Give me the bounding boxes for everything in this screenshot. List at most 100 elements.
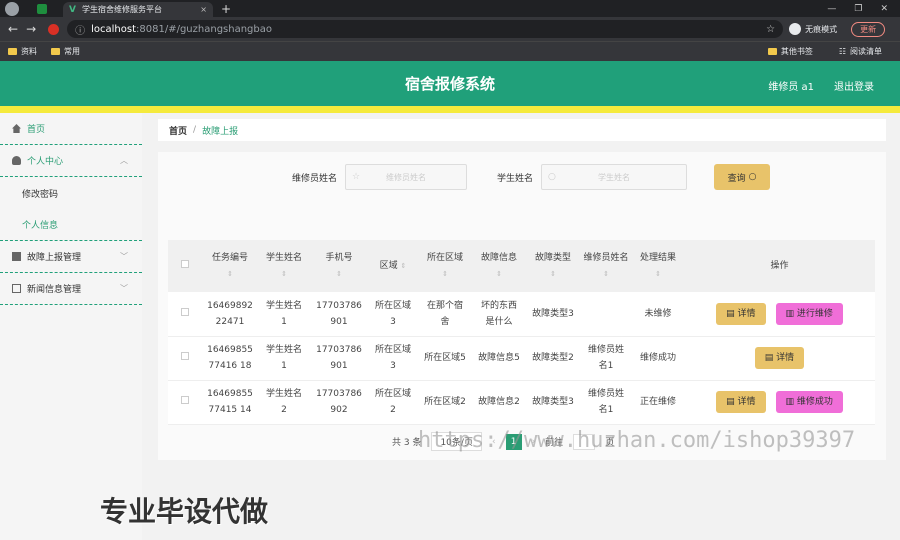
bookmark-label: 资料 — [21, 47, 37, 56]
query-button[interactable]: 查询 ○ — [714, 164, 771, 190]
address-bar-row: ← → ⓘ localhost:8081/#/guzhangshangbao ☆… — [0, 17, 900, 41]
cell-actions: ▤ 详情 ▥ 维修成功 — [684, 380, 875, 424]
start-repair-button[interactable]: ▥ 进行维修 — [775, 302, 843, 325]
incognito-indicator[interactable]: 无痕模式 — [789, 23, 837, 35]
query-label: 查询 — [727, 173, 746, 184]
sort-icon[interactable]: ⇕ — [281, 270, 287, 278]
reading-list-icon: ☷ — [838, 47, 846, 56]
sort-icon[interactable]: ⇕ — [603, 270, 609, 278]
row-checkbox[interactable] — [168, 336, 202, 380]
col-area: 区域 ⇕ — [368, 240, 418, 292]
worker-name-placeholder: 维修员姓名 — [386, 172, 427, 182]
app-header: 宿舍报修系统 维修员 a1 退出登录 — [0, 61, 900, 106]
doc-icon: ▤ — [726, 308, 738, 319]
trash-icon: ▥ — [785, 397, 797, 407]
checkbox[interactable] — [181, 260, 189, 268]
sort-icon[interactable]: ⇕ — [442, 270, 448, 278]
bookmark-label: 其他书签 — [780, 47, 813, 56]
cell-actions: ▤ 详情 ▥ 进行维修 — [684, 292, 875, 336]
row-checkbox[interactable] — [168, 380, 202, 424]
col-result: 处理结果 ⇕ — [632, 240, 684, 292]
breadcrumb-home[interactable]: 首页 — [169, 124, 187, 137]
browser-icon[interactable] — [5, 1, 19, 16]
checkbox[interactable] — [181, 352, 189, 360]
sidebar-item-label: 新闻信息管理 — [27, 285, 82, 295]
sort-icon[interactable]: ⇕ — [336, 270, 342, 278]
new-tab-button[interactable]: + — [221, 2, 231, 16]
student-name-input[interactable]: ○ 学生姓名 — [541, 164, 688, 190]
cell-phone: 17703786902 — [316, 389, 362, 415]
row-checkbox[interactable] — [168, 292, 202, 336]
tab-group-icon[interactable] — [37, 3, 47, 14]
cell-phone: 17703786901 — [316, 300, 362, 327]
sort-icon[interactable]: ⇕ — [227, 270, 233, 278]
current-user: 维修员 a1 — [768, 82, 814, 93]
detail-button[interactable]: ▤ 详情 — [716, 391, 766, 413]
sidebar-item-label: 个人中心 — [27, 157, 64, 167]
cell-type: 故障类型2 — [532, 353, 574, 363]
sidebar-item-fault-management[interactable]: 故障上报管理 ﹀ — [0, 241, 142, 273]
bookmark-label: 常用 — [64, 47, 80, 56]
back-icon[interactable]: ← — [8, 22, 18, 36]
breadcrumb-separator: / — [193, 125, 197, 135]
other-bookmarks[interactable]: 其他书签 — [767, 46, 813, 57]
window-controls: — ❐ ✕ — [827, 4, 888, 14]
col-phone: 手机号 ⇕ — [310, 240, 368, 292]
logout-link[interactable]: 退出登录 — [834, 78, 874, 93]
sort-icon[interactable]: ⇕ — [401, 262, 407, 270]
info-icon[interactable]: ⓘ — [75, 22, 85, 37]
cell-worker: 维修员姓名1 — [587, 345, 624, 371]
sidebar-item-news-management[interactable]: 新闻信息管理 ﹀ — [0, 273, 142, 305]
repair-success-button[interactable]: ▥ 维修成功 — [775, 391, 843, 413]
cell-student: 学生姓名2 — [266, 389, 303, 415]
detail-button[interactable]: ▤ 详情 — [716, 302, 766, 325]
bookmark-folder[interactable]: 常用 — [51, 46, 80, 57]
sidebar-item-personal-center[interactable]: 个人中心 ︿ — [0, 145, 142, 177]
detail-button[interactable]: ▤ 详情 — [754, 347, 805, 369]
checkbox[interactable] — [181, 396, 189, 404]
col-worker: 维修员姓名 ⇕ — [580, 240, 632, 292]
sort-icon[interactable]: ⇕ — [655, 270, 661, 278]
browser-tab[interactable]: V 学生宿舍维修服务平台 × — [63, 2, 213, 17]
col-location: 所在区域 ⇕ — [418, 240, 472, 292]
reading-list[interactable]: ☷ 阅读清单 — [839, 46, 882, 57]
user-icon — [12, 156, 21, 165]
cell-fault: 坏的东西是什么 — [480, 300, 517, 327]
breadcrumb: 首页 / 故障上报 — [158, 119, 886, 141]
cell-worker: 维修员姓名1 — [587, 389, 624, 415]
sort-icon[interactable]: ⇕ — [496, 270, 502, 278]
cell-area: 所在区域3 — [374, 345, 411, 371]
restore-icon[interactable]: ❐ — [854, 4, 862, 14]
close-window-icon[interactable]: ✕ — [880, 4, 888, 14]
fault-report-table: 任务编号 ⇕ 学生姓名 ⇕ 手机号 ⇕ 区域 ⇕ 所在区域 ⇕ 故障信息 ⇕ 故障类型 ⇕ … — [168, 240, 875, 425]
sort-icon[interactable]: ⇕ — [550, 270, 556, 278]
cell-phone: 17703786901 — [316, 345, 362, 371]
repair-label: 进行维修 — [796, 308, 833, 319]
checkbox[interactable] — [181, 307, 189, 316]
incognito-label: 无痕模式 — [805, 24, 838, 34]
browser-tabbar: V 学生宿舍维修服务平台 × + — ❐ ✕ — [0, 0, 900, 17]
url-field[interactable]: ⓘ localhost:8081/#/guzhangshangbao ☆ — [67, 20, 784, 38]
folder-icon — [51, 48, 60, 55]
bookmark-folder[interactable]: 资料 — [8, 46, 37, 57]
update-button[interactable]: 更新 — [851, 21, 886, 37]
sidebar-item-home[interactable]: 首页 — [0, 113, 142, 145]
cell-task-id: 1646985577415 14 — [207, 389, 253, 415]
sidebar-subitem-change-password[interactable]: 修改密码 — [0, 177, 142, 209]
sidebar-item-label: 修改密码 — [22, 189, 59, 200]
sidebar-subitem-personal-info[interactable]: 个人信息 — [0, 209, 142, 241]
bookmark-star-icon[interactable]: ☆ — [766, 24, 775, 35]
cell-fault: 故障信息5 — [478, 353, 520, 363]
tab-title: 学生宿舍维修服务平台 — [81, 5, 162, 14]
forward-icon[interactable]: → — [26, 22, 36, 36]
vue-icon: V — [69, 4, 76, 15]
reload-icon[interactable] — [48, 23, 60, 35]
cell-result: 正在维修 — [639, 397, 676, 407]
detail-label: 详情 — [737, 397, 756, 407]
worker-name-input[interactable]: ☆ 维修员姓名 — [345, 164, 468, 190]
header-label: 处理结果 — [639, 253, 676, 263]
minimize-icon[interactable]: — — [827, 4, 836, 14]
cell-type: 故障类型3 — [532, 308, 574, 319]
select-all-checkbox[interactable] — [168, 240, 202, 292]
close-tab-icon[interactable]: × — [200, 5, 207, 14]
